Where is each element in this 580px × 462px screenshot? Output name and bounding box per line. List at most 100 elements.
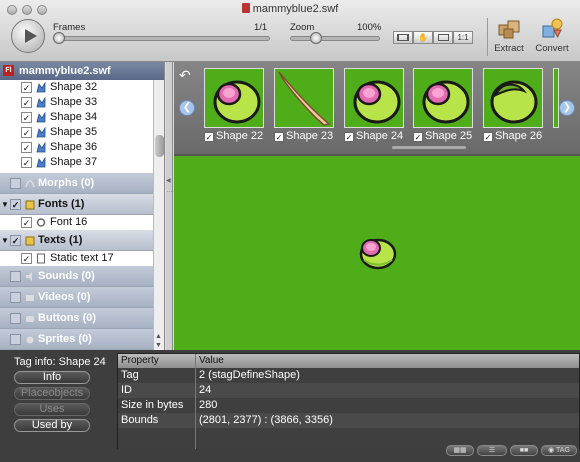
item-checkbox[interactable]: ✓ <box>21 217 32 228</box>
category-videos[interactable]: Videos (0) <box>0 287 164 308</box>
used-by-button[interactable]: Used by <box>14 419 90 432</box>
frames-slider-knob[interactable] <box>53 32 65 44</box>
table-row[interactable]: Tag 2 (stagDefineShape) <box>118 368 579 383</box>
extract-button[interactable]: Extract <box>487 16 531 54</box>
tree-item-shape[interactable]: ✓ Shape 35 <box>0 125 164 140</box>
category-fonts[interactable]: ▼ ✓ Fonts (1) <box>0 194 164 215</box>
category-checkbox[interactable] <box>10 292 21 303</box>
uses-button[interactable]: Uses <box>14 403 90 416</box>
category-label: Sprites (0) <box>38 333 92 345</box>
tree-item-shape[interactable]: ✓ Shape 33 <box>0 95 164 110</box>
scrollbar-thumb[interactable] <box>155 135 164 157</box>
category-checkbox[interactable] <box>10 178 21 189</box>
item-checkbox[interactable]: ✓ <box>21 142 32 153</box>
thumbnail-checkbox[interactable]: ✓ <box>483 132 493 142</box>
convert-button[interactable]: Convert <box>530 16 574 54</box>
table-row[interactable]: Bounds (2801, 2377) : (3866, 3356) <box>118 413 579 428</box>
shape-thumbnail[interactable] <box>483 68 543 128</box>
thumbnail-checkbox[interactable]: ✓ <box>274 132 284 142</box>
item-checkbox[interactable]: ✓ <box>21 157 32 168</box>
zoom-slider-knob[interactable] <box>309 32 322 44</box>
scroll-up-arrow-icon[interactable]: ▲ <box>155 333 162 340</box>
column-header-property[interactable]: Property <box>121 354 159 368</box>
shape-thumbnail[interactable] <box>344 68 404 128</box>
tree-item-shape[interactable]: ✓ Shape 36 <box>0 140 164 155</box>
layout-toggle-button[interactable]: ▦▦ <box>446 445 474 456</box>
hand-tool-button[interactable]: ✋ <box>413 31 433 44</box>
category-checkbox[interactable] <box>10 334 21 345</box>
tag-view-button[interactable]: ◉ TAG <box>541 445 577 456</box>
item-checkbox[interactable]: ✓ <box>21 82 32 93</box>
item-checkbox[interactable]: ✓ <box>21 97 32 108</box>
sidebar-scrollbar[interactable]: ▲ ▼ <box>153 80 164 350</box>
scroll-down-arrow-icon[interactable]: ▼ <box>155 342 162 349</box>
zoom-slider[interactable] <box>290 36 380 41</box>
tree-item-font[interactable]: ✓ Font 16 <box>0 215 164 230</box>
splitter-grip: ........ <box>167 188 180 194</box>
actual-size-button[interactable]: 1:1 <box>453 31 473 44</box>
column-header-value[interactable]: Value <box>199 354 224 368</box>
category-checkbox[interactable] <box>10 313 21 324</box>
disclosure-triangle-icon[interactable]: ▼ <box>1 194 9 215</box>
file-view-button[interactable]: ■■ <box>510 445 538 456</box>
info-button[interactable]: Info <box>14 371 90 384</box>
thumbnail-label[interactable]: ✓ Shape 24 <box>344 130 403 142</box>
thumbnail-checkbox[interactable]: ✓ <box>204 132 214 142</box>
table-row[interactable]: Size in bytes 280 <box>118 398 579 413</box>
thumbnail-label[interactable]: ✓ Shape 26 <box>483 130 542 142</box>
tree-item-label: Shape 33 <box>50 96 98 108</box>
shape-thumbnail[interactable] <box>274 68 334 128</box>
item-checkbox[interactable]: ✓ <box>21 112 32 123</box>
placeobjects-button[interactable]: Placeobjects <box>14 387 90 400</box>
play-button[interactable] <box>11 19 45 53</box>
flash-file-icon: Fl <box>3 65 14 76</box>
category-checkbox[interactable]: ✓ <box>10 235 21 246</box>
category-sounds[interactable]: Sounds (0) <box>0 266 164 287</box>
shape-icon <box>36 142 46 153</box>
property-name: Bounds <box>121 414 159 426</box>
list-view-button[interactable]: ☰ <box>477 445 507 456</box>
column-divider <box>195 398 196 413</box>
shelf-scroll-indicator[interactable] <box>392 146 466 149</box>
fit-view-button[interactable] <box>433 31 453 44</box>
tree-item-shape[interactable]: ✓ Shape 34 <box>0 110 164 125</box>
thumbnail-checkbox[interactable]: ✓ <box>413 132 423 142</box>
property-name: ID <box>121 384 132 396</box>
thumbnail-checkbox[interactable]: ✓ <box>344 132 354 142</box>
frames-slider[interactable] <box>53 36 270 41</box>
file-header[interactable]: Fl mammyblue2.swf <box>0 62 164 80</box>
film-view-button[interactable] <box>393 31 413 44</box>
sidebar-splitter[interactable]: ◀ ........ <box>166 62 180 350</box>
category-sprites[interactable]: Sprites (0) <box>0 329 164 350</box>
stage-canvas[interactable] <box>174 154 580 350</box>
collapse-arrow-icon[interactable]: ◀ <box>166 177 171 184</box>
thumbnail-label[interactable]: ✓ Shape 22 <box>204 130 263 142</box>
category-checkbox[interactable]: ✓ <box>10 199 21 210</box>
font-gear-icon <box>36 218 46 227</box>
shape-thumbnail[interactable] <box>413 68 473 128</box>
previous-page-button[interactable]: ❮ <box>179 100 195 116</box>
shape-thumbnail-partial[interactable] <box>553 68 559 128</box>
item-checkbox[interactable]: ✓ <box>21 127 32 138</box>
sprite-icon <box>26 336 34 344</box>
shape-thumbnail[interactable] <box>204 68 264 128</box>
thumbnail-name: Shape 25 <box>425 130 473 142</box>
category-texts[interactable]: ▼ ✓ Texts (1) <box>0 230 164 251</box>
next-page-button[interactable]: ❯ <box>559 100 575 116</box>
file-name: mammyblue2.swf <box>19 65 111 77</box>
category-morphs[interactable]: Morphs (0) <box>0 173 164 194</box>
tree-item-text[interactable]: ✓ Static text 17 <box>0 251 164 266</box>
category-buttons[interactable]: Buttons (0) <box>0 308 164 329</box>
thumbnail-label[interactable]: ✓ Shape 25 <box>413 130 472 142</box>
tree-item-shape[interactable]: ✓ Shape 37 <box>0 155 164 170</box>
back-arrow-icon[interactable]: ↶ <box>179 67 191 84</box>
disclosure-triangle-icon[interactable]: ▼ <box>1 230 9 251</box>
thumbnail-label[interactable]: ✓ Shape 23 <box>274 130 333 142</box>
table-row[interactable]: ID 24 <box>118 383 579 398</box>
item-checkbox[interactable]: ✓ <box>21 253 32 264</box>
tree-item-shape[interactable]: ✓ Shape 32 <box>0 80 164 95</box>
property-value: 280 <box>199 399 218 411</box>
category-checkbox[interactable] <box>10 271 21 282</box>
tree-item-label: Shape 35 <box>50 126 98 138</box>
category-label: Buttons (0) <box>38 312 97 324</box>
